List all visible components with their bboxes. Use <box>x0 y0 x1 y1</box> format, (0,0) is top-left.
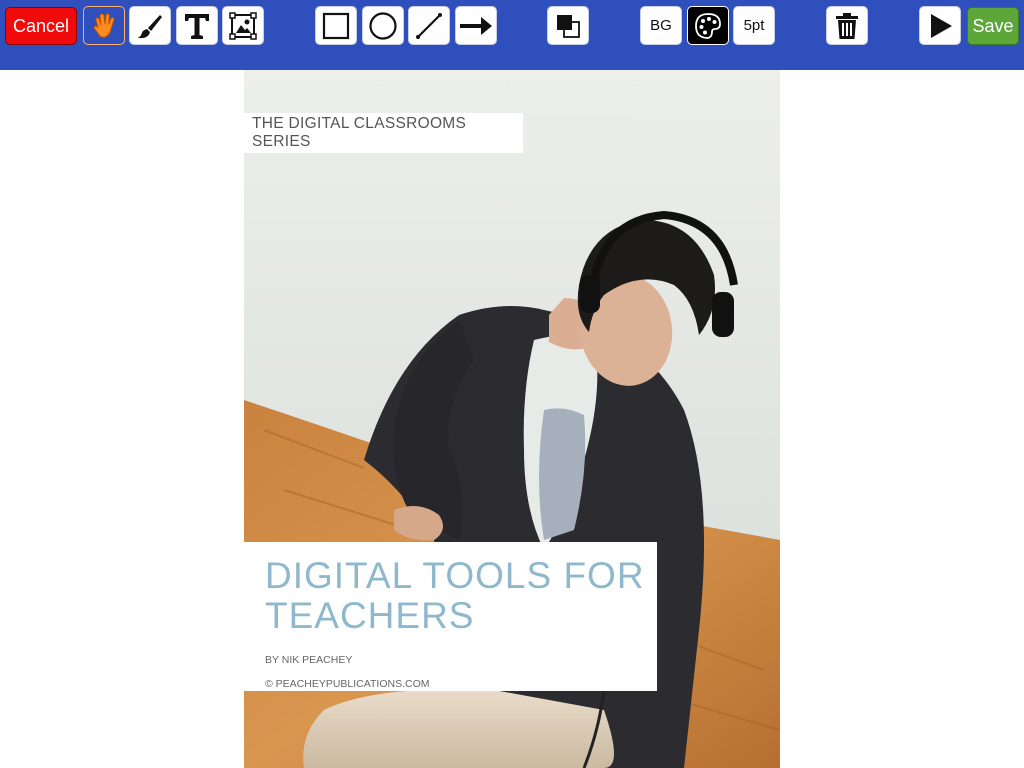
book-title-line-2: TEACHERS <box>265 595 475 636</box>
background-button[interactable]: BG <box>640 6 682 45</box>
palette-icon <box>693 11 723 41</box>
rectangle-icon <box>321 11 351 41</box>
save-button[interactable]: Save <box>967 7 1019 45</box>
cancel-button[interactable]: Cancel <box>5 7 77 45</box>
brush-tool-button[interactable] <box>129 6 171 45</box>
series-banner: THE DIGITAL CLASSROOMS SERIES <box>244 113 523 153</box>
cancel-button-label: Cancel <box>12 15 70 36</box>
arrow-tool-button[interactable] <box>455 6 497 45</box>
delete-button[interactable] <box>826 6 868 45</box>
line-tool-button[interactable] <box>408 6 450 45</box>
stroke-size-label: 5pt <box>743 17 765 34</box>
image-icon <box>228 11 258 41</box>
text-icon <box>182 11 212 41</box>
layer-order-button[interactable] <box>547 6 589 45</box>
background-button-label: BG <box>650 17 672 34</box>
play-icon <box>925 11 955 41</box>
arrow-icon <box>459 11 493 41</box>
circle-tool-button[interactable] <box>362 6 404 45</box>
drawing-toolbar: Cancel BG 5pt Save <box>0 0 1024 70</box>
layers-icon <box>553 11 583 41</box>
book-title-line-1: DIGITAL TOOLS FOR <box>265 555 645 596</box>
series-title: THE DIGITAL CLASSROOMS SERIES <box>252 115 467 150</box>
rectangle-tool-button[interactable] <box>315 6 357 45</box>
image-tool-button[interactable] <box>222 6 264 45</box>
hand-icon <box>89 11 119 41</box>
title-panel: DIGITAL TOOLS FOR TEACHERS BY NIK PEACHE… <box>244 542 657 691</box>
drawing-canvas[interactable]: THE DIGITAL CLASSROOMS SERIES DIGITAL TO… <box>244 70 780 768</box>
play-button[interactable] <box>919 6 961 45</box>
hand-tool-button[interactable] <box>83 6 125 45</box>
book-author: BY NIK PEACHEY <box>265 654 353 666</box>
trash-icon <box>833 11 861 41</box>
save-button-label: Save <box>972 15 1014 36</box>
line-icon <box>414 11 444 41</box>
book-copyright: © PEACHEYPUBLICATIONS.COM <box>265 678 430 690</box>
stroke-size-button[interactable]: 5pt <box>733 6 775 45</box>
brush-icon <box>136 12 164 40</box>
text-tool-button[interactable] <box>176 6 218 45</box>
color-palette-button[interactable] <box>687 6 729 45</box>
circle-icon <box>368 11 398 41</box>
